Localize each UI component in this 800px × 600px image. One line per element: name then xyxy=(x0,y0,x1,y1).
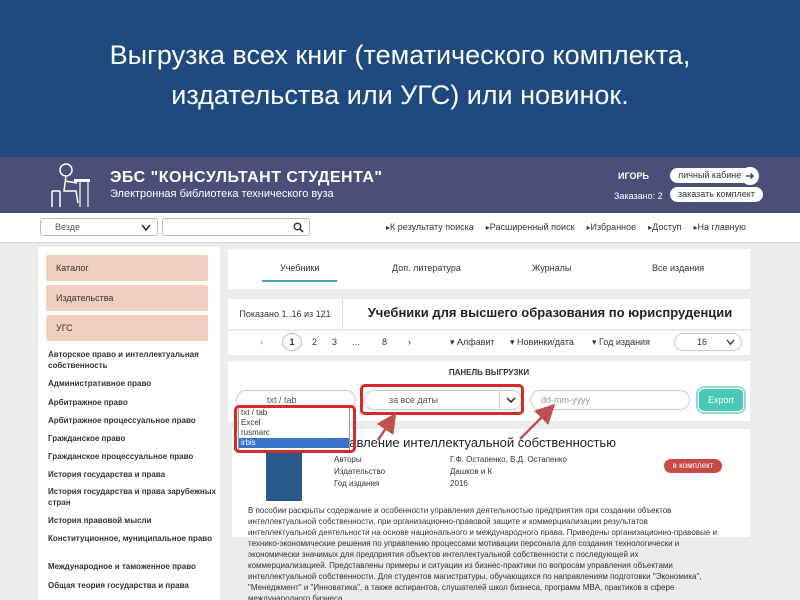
arrow-to-date-input xyxy=(519,403,556,440)
slide-title-line-2: издательства или УГС) или новинок. xyxy=(171,80,629,110)
screenshot-app: ЭБС "КОНСУЛЬТАНТ СТУДЕНТА" Электронная б… xyxy=(0,157,800,600)
annotation-arrows xyxy=(376,403,556,441)
arrow-to-date-range xyxy=(376,412,397,441)
slide-title: Выгрузка всех книг (тематического компле… xyxy=(0,0,800,155)
slide-title-line-1: Выгрузка всех книг (тематического компле… xyxy=(109,40,691,70)
